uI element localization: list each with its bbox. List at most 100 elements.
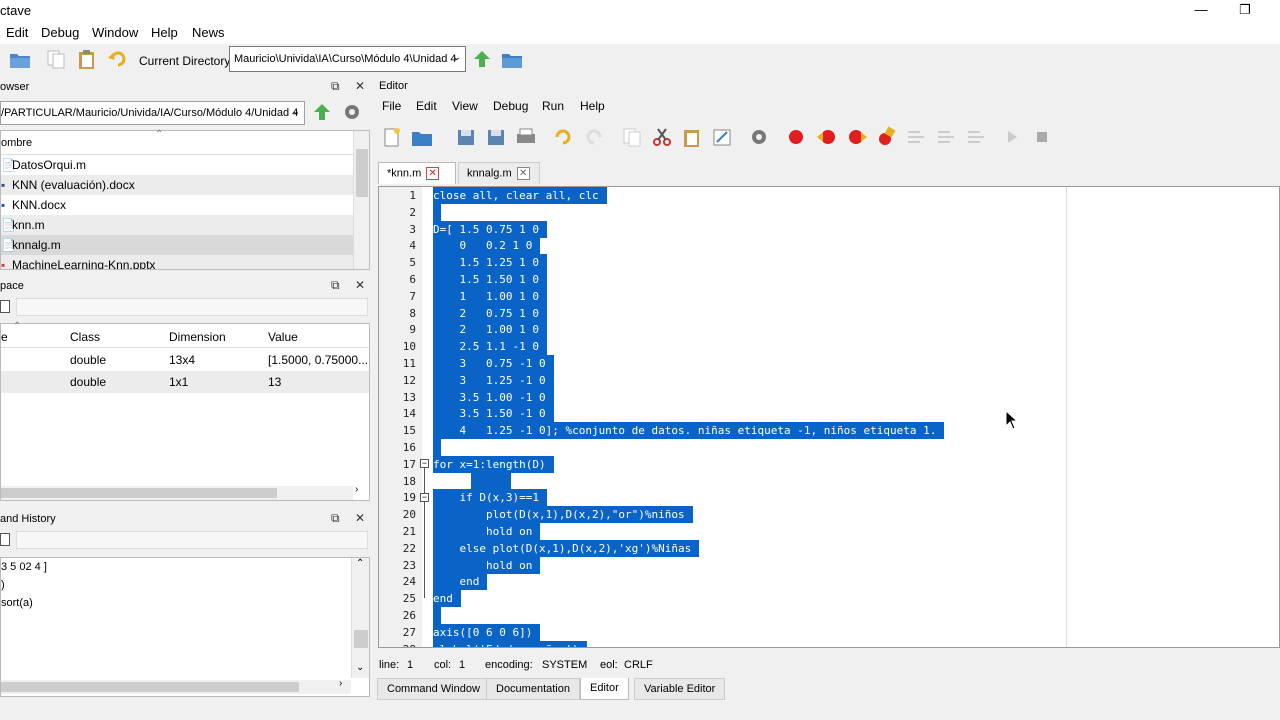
code-line[interactable]: 3.5 1.50 -1 0 xyxy=(433,405,554,422)
code-line[interactable]: plot(D(x,1),D(x,2),"or")%niños xyxy=(433,506,693,523)
previous-breakpoint-icon[interactable] xyxy=(815,126,839,148)
quit-debug-icon[interactable] xyxy=(1030,126,1054,148)
code-line[interactable]: for x=1:length(D) xyxy=(433,456,554,473)
code-line[interactable]: close all, clear all, clc xyxy=(433,187,607,204)
code-line[interactable]: else plot(D(x,1),D(x,2),'xg')%Niñas xyxy=(433,540,700,557)
scrollbar-thumb[interactable] xyxy=(1,488,277,498)
file-row[interactable]: ▪ MachineLearning-Knn.pptx xyxy=(1,255,353,269)
undo-icon[interactable] xyxy=(106,48,130,70)
undock-icon[interactable]: ⧉ xyxy=(331,79,340,94)
undock-icon[interactable]: ⧉ xyxy=(331,278,340,293)
file-row[interactable]: 📄 DatosOrqui.m xyxy=(1,155,353,175)
close-tab-icon[interactable]: ✕ xyxy=(426,167,440,180)
print-icon[interactable] xyxy=(514,126,538,148)
new-file-icon[interactable] xyxy=(380,126,404,148)
close-tab-icon[interactable]: ✕ xyxy=(516,167,530,180)
scrollbar-thumb[interactable] xyxy=(354,630,368,648)
open-file-icon[interactable] xyxy=(410,126,434,148)
continue-icon[interactable] xyxy=(1000,126,1024,148)
file-row[interactable]: ▪ KNN.docx xyxy=(1,195,353,215)
history-item[interactable]: 3 5 02 4 ] xyxy=(1,558,351,576)
code-line[interactable]: hold on xyxy=(433,523,541,540)
undock-icon[interactable]: ⧉ xyxy=(331,511,340,526)
workspace-hscrollbar[interactable]: › xyxy=(1,484,358,500)
save-as-icon[interactable] xyxy=(484,126,508,148)
file-list-scrollbar[interactable] xyxy=(353,131,369,269)
paste-icon[interactable] xyxy=(680,126,704,148)
gear-icon[interactable] xyxy=(340,101,364,123)
code-line[interactable]: 1.5 1.25 1 0 xyxy=(433,254,547,271)
code-line[interactable]: end xyxy=(433,590,461,607)
chevron-down-icon[interactable]: ⌄ xyxy=(356,662,364,673)
history-scrollbar[interactable]: ⌃ ⌄ xyxy=(351,558,369,678)
menu-debug[interactable]: Debug xyxy=(41,25,79,40)
code-line[interactable]: if D(x,3)==1 xyxy=(433,489,547,506)
code-line[interactable]: axis([0 6 0 6]) xyxy=(433,624,541,641)
tab-command-window[interactable]: Command Window xyxy=(377,678,490,700)
code-line[interactable]: hold on xyxy=(433,557,541,574)
code-line[interactable]: 3 1.25 -1 0 xyxy=(433,372,554,389)
history-item[interactable]: ) xyxy=(1,576,351,594)
open-folder-icon[interactable] xyxy=(8,48,32,70)
minimize-button[interactable]: — xyxy=(1178,2,1224,20)
menu-edit[interactable]: Edit xyxy=(6,25,28,40)
code-line[interactable]: xlabel('Edad en años') xyxy=(433,641,587,647)
column-class-header[interactable]: Class xyxy=(70,330,100,344)
toggle-breakpoint-icon[interactable] xyxy=(784,126,808,148)
chevron-right-icon[interactable]: › xyxy=(355,484,358,495)
editor-menu-debug[interactable]: Debug xyxy=(493,99,528,113)
menu-help[interactable]: Help xyxy=(151,25,178,40)
column-name-header[interactable]: ombre xyxy=(1,137,32,149)
menu-news[interactable]: News xyxy=(192,25,225,40)
code-line[interactable]: 1 1.00 1 0 xyxy=(433,288,547,305)
copy-icon[interactable] xyxy=(620,126,644,148)
filter-checkbox[interactable] xyxy=(0,533,10,546)
next-breakpoint-icon[interactable] xyxy=(845,126,869,148)
history-hscrollbar[interactable]: › xyxy=(1,678,351,694)
file-row[interactable]: 📄 knn.m xyxy=(1,215,353,235)
file-row[interactable]: ▪ KNN (evaluación).docx xyxy=(1,175,353,195)
editor-menu-file[interactable]: File xyxy=(382,99,401,113)
restore-button[interactable]: ❐ xyxy=(1222,2,1268,20)
code-line[interactable]: 1.5 1.50 1 0 xyxy=(433,271,547,288)
close-icon[interactable]: ✕ xyxy=(355,79,365,93)
undo-icon[interactable] xyxy=(551,126,575,148)
tab-knn-m[interactable]: *knn.m ✕ xyxy=(378,162,456,184)
code-line[interactable]: 0 0.2 1 0 xyxy=(433,237,541,254)
code-line[interactable]: 2 1.00 1 0 xyxy=(433,321,547,338)
scrollbar-thumb[interactable] xyxy=(356,149,368,197)
settings-gear-icon[interactable] xyxy=(747,126,771,148)
save-icon[interactable] xyxy=(454,126,478,148)
editor-menu-help[interactable]: Help xyxy=(580,99,605,113)
cut-icon[interactable] xyxy=(650,126,674,148)
column-value-header[interactable]: Value xyxy=(268,330,298,344)
column-name-header[interactable]: e xyxy=(1,330,8,344)
fold-toggle-icon[interactable]: − xyxy=(420,459,429,468)
scrollbar-thumb[interactable] xyxy=(1,682,299,692)
step-in-icon[interactable] xyxy=(934,126,958,148)
redo-icon[interactable] xyxy=(582,126,606,148)
workspace-row[interactable]: double 13x4 [1.5000, 0.75000... xyxy=(1,349,369,371)
close-icon[interactable]: ✕ xyxy=(355,511,365,525)
code-line[interactable]: 2 0.75 1 0 xyxy=(433,305,547,322)
tab-documentation[interactable]: Documentation xyxy=(486,678,580,700)
remove-breakpoints-icon[interactable] xyxy=(874,126,898,148)
tab-editor[interactable]: Editor xyxy=(580,678,629,700)
code-line[interactable] xyxy=(433,439,441,456)
fold-toggle-icon[interactable]: − xyxy=(420,493,429,502)
chevron-right-icon[interactable]: › xyxy=(339,678,342,689)
code-line[interactable] xyxy=(433,607,441,624)
code-line[interactable]: 2.5 1.1 -1 0 xyxy=(433,338,547,355)
paste-icon[interactable] xyxy=(75,48,99,70)
editor-menu-view[interactable]: View xyxy=(452,99,478,113)
editor-menu-run[interactable]: Run xyxy=(542,99,564,113)
up-directory-icon[interactable] xyxy=(310,101,334,123)
history-item[interactable]: sort(a) xyxy=(1,594,351,612)
code-line[interactable]: 4 1.25 -1 0]; %conjunto de datos. niñas … xyxy=(433,422,945,439)
workspace-row[interactable]: double 1x1 13 xyxy=(1,371,369,393)
browse-folder-icon[interactable] xyxy=(500,48,524,70)
code-line[interactable]: end xyxy=(433,573,488,590)
editor-menu-edit[interactable]: Edit xyxy=(416,99,437,113)
filter-input[interactable] xyxy=(16,298,368,316)
up-directory-icon[interactable] xyxy=(470,48,494,70)
